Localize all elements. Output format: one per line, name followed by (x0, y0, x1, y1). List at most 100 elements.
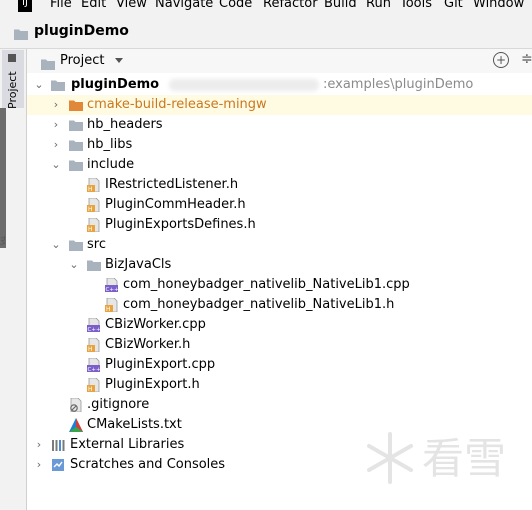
header-file-icon: H (87, 217, 101, 233)
tree-item-label: IRestrictedListener.h (105, 177, 239, 192)
tree-item-file[interactable]: H com_honeybadger_nativelib_NativeLib1.h (27, 295, 532, 315)
menu-edit[interactable]: Edit (81, 0, 106, 13)
menu-window[interactable]: Window (473, 0, 524, 13)
menu-tools[interactable]: Tools (400, 0, 432, 13)
tree-item-file[interactable]: H PluginCommHeader.h (27, 195, 532, 215)
tree-item-file[interactable]: C++ CBizWorker.cpp (27, 315, 532, 335)
tree-item-file[interactable]: H IRestrictedListener.h (27, 175, 532, 195)
tree-item-label: PluginExport.h (105, 377, 200, 392)
svg-text:H: H (88, 226, 93, 232)
tree-item-bizjavacls[interactable]: ⌄ BizJavaCls (27, 255, 532, 275)
project-toolwindow-header: Project + ≑ (27, 49, 532, 73)
menu-build[interactable]: Build (324, 0, 357, 13)
tree-item-include[interactable]: ⌄ include (27, 155, 532, 175)
svg-text:C++: C++ (88, 367, 101, 372)
tree-item-label: hb_headers (87, 117, 163, 132)
project-side-tab[interactable]: Project (2, 50, 24, 109)
project-view-icon (41, 55, 55, 74)
watermark: 看雪 (362, 428, 512, 492)
libraries-icon (51, 438, 65, 452)
tree-item-label: Scratches and Consoles (70, 457, 226, 472)
folder-icon (69, 158, 83, 172)
svg-text:H: H (88, 346, 93, 352)
select-opened-file-icon[interactable]: + (493, 52, 509, 68)
folder-icon (87, 258, 101, 272)
menu-run[interactable]: Run (366, 0, 391, 13)
svg-text:H: H (88, 386, 93, 392)
tree-item-cmake-build[interactable]: › cmake-build-release-mingw (27, 95, 532, 115)
chevron-right-icon[interactable]: › (50, 135, 62, 155)
tree-item-root[interactable]: ⌄ pluginDemo :examples\pluginDemo (27, 75, 532, 95)
ignore-file-icon (69, 397, 83, 413)
menu-navigate[interactable]: Navigate (155, 0, 213, 13)
tree-item-label: External Libraries (70, 437, 185, 452)
chevron-right-icon[interactable]: › (50, 95, 62, 115)
tree-item-file[interactable]: C++ com_honeybadger_nativelib_NativeLib1… (27, 275, 532, 295)
menu-bar: IJ File Edit View Navigate Code Refactor… (0, 0, 532, 14)
scratches-icon (51, 458, 65, 472)
tree-item-label: include (87, 157, 135, 172)
tree-item-src[interactable]: ⌄ src (27, 235, 532, 255)
project-side-tab-label: Project (6, 71, 19, 109)
tree-item-hb-headers[interactable]: › hb_headers (27, 115, 532, 135)
chevron-down-icon[interactable] (115, 58, 123, 63)
watermark-text: 看雪 (422, 434, 507, 483)
chevron-right-icon[interactable]: › (33, 455, 45, 475)
header-file-icon: H (87, 377, 101, 393)
tree-item-label: CBizWorker.cpp (105, 317, 206, 332)
folder-icon (69, 138, 83, 152)
header-file-icon: H (87, 177, 101, 193)
tree-item-label: pluginDemo (71, 77, 160, 92)
project-breadcrumb[interactable]: pluginDemo (34, 22, 129, 40)
cpp-file-icon: C++ (105, 277, 119, 293)
cpp-file-icon: C++ (87, 357, 101, 373)
chevron-down-icon[interactable]: ⌄ (33, 75, 45, 95)
header-file-icon: H (87, 337, 101, 353)
cmake-icon (69, 418, 83, 432)
folder-icon (69, 118, 83, 132)
project-folder-icon (14, 25, 28, 44)
tree-item-label: .gitignore (87, 397, 150, 412)
redacted-path (169, 79, 319, 91)
folder-icon (69, 238, 83, 252)
navigation-bar: pluginDemo (0, 14, 532, 49)
svg-text:C++: C++ (106, 287, 119, 292)
header-file-icon: H (87, 197, 101, 213)
chevron-down-icon[interactable]: ⌄ (68, 255, 80, 275)
chevron-right-icon[interactable]: › (33, 435, 45, 455)
tree-item-label: PluginCommHeader.h (105, 197, 246, 212)
tree-item-file[interactable]: H CBizWorker.h (27, 335, 532, 355)
svg-text:H: H (88, 206, 93, 212)
tree-item-label: hb_libs (87, 137, 133, 152)
snowflake-icon (367, 432, 413, 484)
side-divider (0, 108, 6, 248)
tree-item-label: CBizWorker.h (105, 337, 191, 352)
project-tab-icon (8, 54, 16, 62)
menu-refactor[interactable]: Refactor (263, 0, 318, 13)
header-file-icon: H (105, 297, 119, 313)
tree-item-hb-libs[interactable]: › hb_libs (27, 135, 532, 155)
menu-git[interactable]: Git (444, 0, 463, 13)
svg-text:C++: C++ (88, 327, 101, 332)
app-logo-icon: IJ (18, 0, 32, 12)
menu-file[interactable]: File (50, 0, 72, 13)
chevron-down-icon[interactable]: ⌄ (50, 155, 62, 175)
tree-item-file[interactable]: C++ PluginExport.cpp (27, 355, 532, 375)
tree-item-label: BizJavaCls (105, 257, 172, 272)
collapse-all-icon[interactable]: ≑ (521, 52, 532, 66)
tree-item-label: CMakeLists.txt (87, 417, 182, 432)
tree-item-file[interactable]: H PluginExport.h (27, 375, 532, 395)
menu-view[interactable]: View (116, 0, 147, 13)
side-mark: 支 (0, 237, 5, 246)
tree-item-label: PluginExport.cpp (105, 357, 216, 372)
chevron-right-icon[interactable]: › (50, 115, 62, 135)
excluded-folder-icon (69, 98, 83, 112)
project-view-title[interactable]: Project (60, 53, 104, 69)
tree-item-label: src (87, 237, 106, 252)
chevron-down-icon[interactable]: ⌄ (50, 235, 62, 255)
menu-code[interactable]: Code (219, 0, 252, 13)
svg-text:H: H (106, 306, 111, 312)
tree-item-label: PluginExportsDefines.h (105, 217, 256, 232)
tree-item-file[interactable]: .gitignore (27, 395, 532, 415)
tree-item-file[interactable]: H PluginExportsDefines.h (27, 215, 532, 235)
